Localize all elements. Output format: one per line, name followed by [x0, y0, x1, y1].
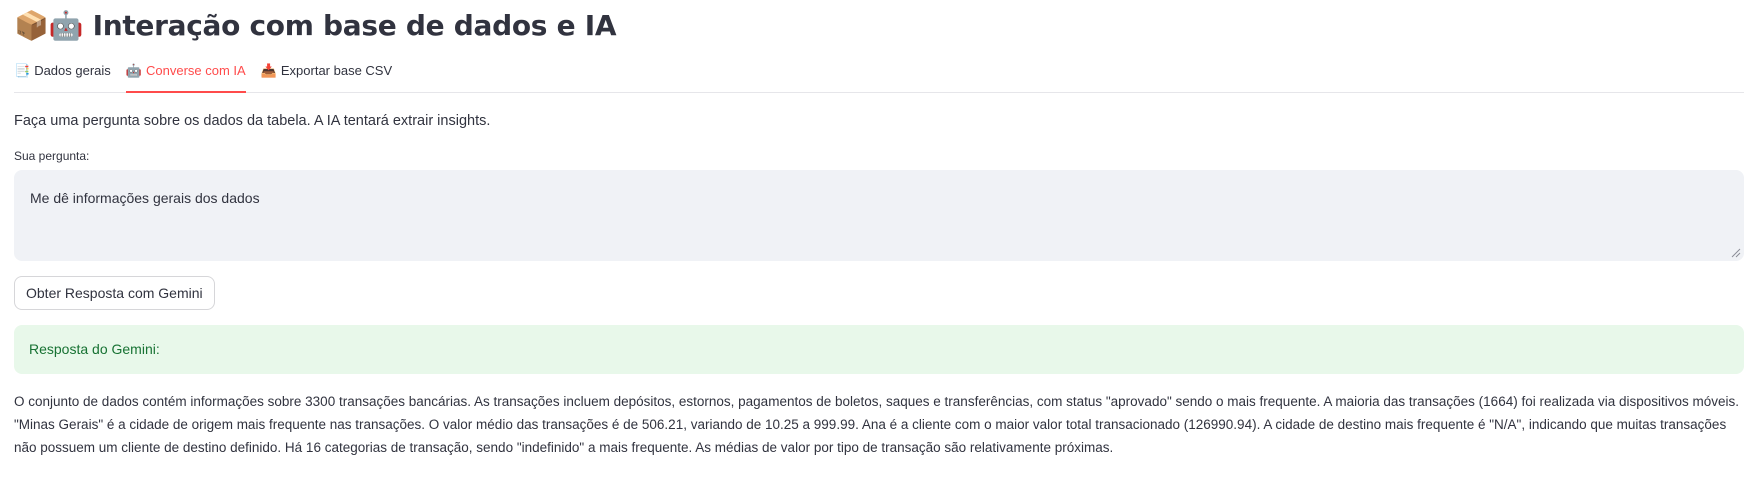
- get-gemini-answer-button[interactable]: Obter Resposta com Gemini: [14, 276, 215, 310]
- inbox-tray-icon: 📥: [260, 63, 277, 78]
- question-textarea-container: Me dê informações gerais dos dados: [14, 170, 1744, 261]
- resize-handle-icon[interactable]: [1731, 248, 1741, 258]
- robot-icon: 🤖: [125, 63, 142, 78]
- tab-label: Converse com IA: [145, 63, 246, 78]
- response-success-alert: Resposta do Gemini:: [14, 325, 1744, 374]
- page-title: 📦🤖 Interação com base de dados e IA: [14, 8, 617, 44]
- title-icons: 📦🤖: [14, 9, 84, 42]
- tab-exportar-csv[interactable]: 📥 Exportar base CSV: [261, 62, 392, 92]
- response-heading: Resposta do Gemini:: [29, 341, 160, 357]
- question-label: Sua pergunta:: [14, 149, 90, 163]
- bookmark-tabs-icon: 📑: [14, 63, 31, 78]
- tab-label: Exportar base CSV: [280, 63, 393, 78]
- title-text: Interação com base de dados e IA: [92, 9, 617, 42]
- tab-dados-gerais[interactable]: 📑 Dados gerais: [14, 62, 111, 92]
- intro-text: Faça uma pergunta sobre os dados da tabe…: [14, 113, 491, 129]
- response-text: O conjunto de dados contém informações s…: [14, 394, 1740, 455]
- tab-label: Dados gerais: [34, 63, 111, 78]
- tab-converse-com-ia[interactable]: 🤖 Converse com IA: [125, 62, 246, 93]
- question-textarea[interactable]: Me dê informações gerais dos dados: [14, 170, 1744, 261]
- tab-bar: 📑 Dados gerais 🤖 Converse com IA 📥 Expor…: [14, 62, 1744, 93]
